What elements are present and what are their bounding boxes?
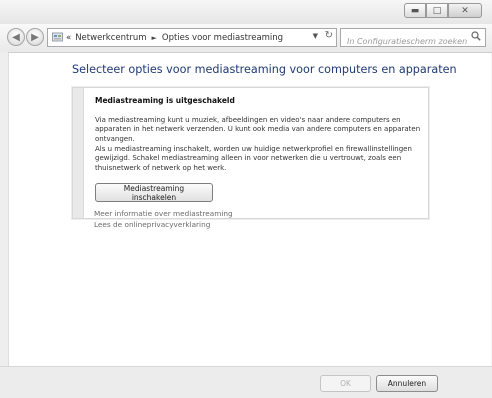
left-border (0, 52, 8, 366)
info-box-title: Mediastreaming is uitgeschakeld (95, 96, 235, 105)
maximize-button[interactable]: □ (426, 3, 448, 18)
address-dropdown-icon[interactable]: ▼ (313, 32, 318, 40)
address-overflow[interactable]: « (66, 33, 71, 43)
search-input[interactable] (345, 33, 469, 50)
page-title: Selecteer opties voor mediastreaming voo… (72, 63, 457, 76)
minimize-button[interactable]: ▬ (404, 3, 426, 18)
forward-button[interactable]: ▶ (26, 28, 44, 46)
enable-media-streaming-button[interactable]: Mediastreaming inschakelen (95, 183, 213, 202)
minimize-icon: ▬ (410, 5, 420, 16)
breadcrumb-network-center[interactable]: Netwerkcentrum (75, 33, 146, 43)
back-button[interactable]: ◀ (7, 28, 25, 46)
info-box-stripe (73, 88, 84, 218)
media-streaming-window: ▬ □ ✕ ◀ ▶ « Netwerkcentrum ► Opties voor… (0, 0, 492, 398)
privacy-statement-link[interactable]: Lees de onlineprivacyverklaring (94, 220, 210, 229)
info-paragraph-1: Via mediastreaming kunt u muziek, afbeel… (95, 116, 421, 143)
search-icon[interactable] (471, 31, 481, 44)
back-arrow-icon: ◀ (12, 31, 20, 43)
navigation-bar: ◀ ▶ « Netwerkcentrum ► Opties voor media… (0, 24, 492, 53)
address-bar[interactable]: « Netwerkcentrum ► Opties voor mediastre… (47, 28, 337, 47)
media-streaming-info-box: Mediastreaming is uitgeschakeld Via medi… (72, 87, 429, 219)
breadcrumb-media-streaming-options[interactable]: Opties voor mediastreaming (162, 33, 283, 43)
cancel-button[interactable]: Annuleren (376, 375, 438, 392)
content-pane: Selecteer opties voor mediastreaming voo… (8, 53, 491, 366)
control-panel-icon (51, 32, 63, 43)
info-paragraph-2: Als u mediastreaming inschakelt, worden … (95, 145, 412, 172)
refresh-icon[interactable]: ↻ (325, 30, 333, 41)
ok-button[interactable]: OK (320, 375, 371, 392)
maximize-icon: □ (432, 5, 442, 16)
more-info-link[interactable]: Meer informatie over mediastreaming (94, 209, 233, 218)
title-bar: ▬ □ ✕ (0, 0, 492, 24)
caption-buttons: ▬ □ ✕ (404, 3, 482, 19)
search-box (340, 28, 486, 50)
close-icon: ✕ (461, 5, 469, 16)
forward-arrow-icon: ▶ (31, 31, 39, 43)
dialog-footer: OK Annuleren (0, 366, 492, 398)
close-button[interactable]: ✕ (448, 3, 482, 18)
breadcrumb-separator-icon[interactable]: ► (152, 34, 157, 42)
